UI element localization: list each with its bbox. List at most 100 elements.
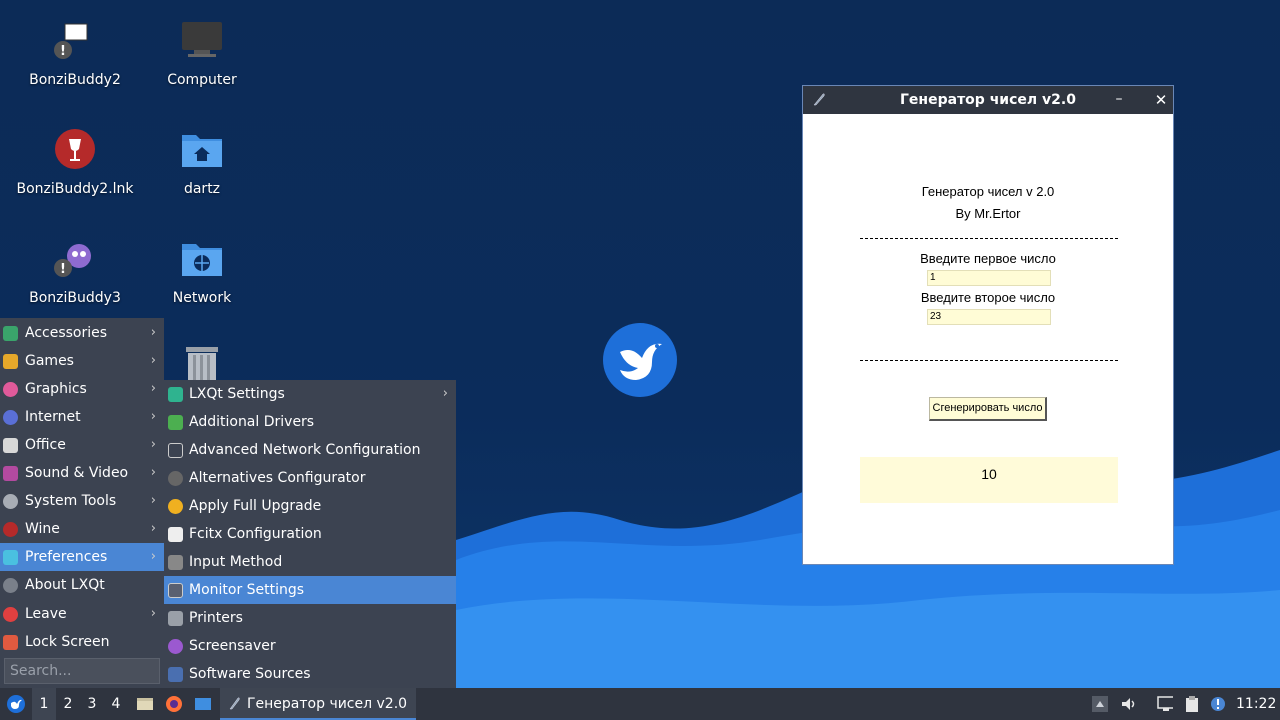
chevron-right-icon: › <box>150 437 156 452</box>
network-tray-icon[interactable] <box>1157 696 1173 712</box>
submenu-item-fcitx[interactable]: Fcitx Configuration <box>164 520 456 548</box>
menu-item-preferences[interactable]: Preferences › <box>0 543 164 571</box>
submenu-item-label: Software Sources <box>189 666 311 682</box>
submenu-item-label: Additional Drivers <box>189 414 315 430</box>
window-titlebar[interactable]: Генератор чисел v2.0 – ✕ <box>803 86 1173 114</box>
desktop-icon-bonzibuddy2[interactable]: ! BonziBuddy2 <box>15 18 135 88</box>
submenu-item-apply-upgrade[interactable]: Apply Full Upgrade <box>164 492 456 520</box>
submenu-item-additional-drivers[interactable]: Additional Drivers <box>164 408 456 436</box>
desktop-icon-bonzibuddy3[interactable]: ! BonziBuddy3 <box>15 236 135 306</box>
separator-bottom <box>860 360 1118 361</box>
show-desktop-icon <box>195 698 211 710</box>
menu-item-games[interactable]: Games › <box>0 347 164 375</box>
desktop-icon-dartz[interactable]: dartz <box>142 127 262 197</box>
notification-icon[interactable] <box>1210 696 1226 712</box>
menu-item-lock-screen[interactable]: Lock Screen <box>0 628 164 656</box>
menu-item-about-lxqt[interactable]: About LXQt <box>0 571 164 599</box>
bonzibuddy-file-icon: ! <box>54 23 88 59</box>
file-manager-launcher[interactable] <box>134 688 156 720</box>
menu-item-system-tools[interactable]: System Tools › <box>0 487 164 515</box>
internet-icon <box>3 410 18 425</box>
firefox-launcher[interactable] <box>163 688 185 720</box>
menu-item-wine[interactable]: Wine › <box>0 515 164 543</box>
monitor-icon <box>168 583 183 598</box>
chevron-right-icon: › <box>150 493 156 508</box>
clipboard-icon[interactable] <box>1184 696 1200 712</box>
show-desktop-launcher[interactable] <box>192 688 214 720</box>
menu-item-internet[interactable]: Internet › <box>0 403 164 431</box>
desktop-icon-label: BonziBuddy2 <box>29 72 121 88</box>
desktop-icon-label: Network <box>172 290 232 306</box>
menu-item-graphics[interactable]: Graphics › <box>0 375 164 403</box>
volume-icon[interactable] <box>1120 696 1136 712</box>
fcitx-icon <box>168 527 183 542</box>
preferences-submenu: LXQt Settings › Additional Drivers Advan… <box>164 380 456 688</box>
start-menu-button[interactable] <box>4 688 28 720</box>
submenu-item-label: LXQt Settings <box>189 386 285 402</box>
submenu-item-advanced-network[interactable]: Advanced Network Configuration <box>164 436 456 464</box>
workspace-3[interactable]: 3 <box>80 688 104 720</box>
desktop-icon-network[interactable]: Network <box>142 236 262 306</box>
chevron-right-icon: › <box>150 353 156 368</box>
chevron-right-icon: › <box>150 381 156 396</box>
games-icon <box>3 354 18 369</box>
desktop-icon-label: BonziBuddy3 <box>29 290 121 306</box>
window-title: Генератор чисел v2.0 <box>900 92 1076 108</box>
menu-item-label: Office <box>25 437 66 453</box>
workspace-4[interactable]: 4 <box>104 688 128 720</box>
clock[interactable]: 11:22 <box>1236 688 1276 720</box>
submenu-item-label: Advanced Network Configuration <box>189 442 421 458</box>
system-tools-icon <box>3 494 18 509</box>
menu-item-label: Preferences <box>25 549 108 565</box>
menu-search-input[interactable]: Search... <box>4 658 160 684</box>
submenu-item-printers[interactable]: Printers <box>164 604 456 632</box>
submenu-item-label: Alternatives Configurator <box>189 470 366 486</box>
taskbar-window-button[interactable]: Генератор чисел v2.0 <box>220 688 416 720</box>
wine-icon <box>3 522 18 537</box>
result-display: 10 <box>860 457 1118 503</box>
about-icon <box>3 578 18 593</box>
submenu-item-software-sources[interactable]: Software Sources <box>164 660 456 688</box>
menu-item-label: Accessories <box>25 325 108 341</box>
separator-top <box>860 238 1118 239</box>
taskbar-window-title: Генератор чисел v2.0 <box>247 696 408 712</box>
second-number-input[interactable]: 23 <box>927 309 1051 325</box>
network-folder-icon <box>182 244 222 276</box>
alternatives-icon <box>168 471 183 486</box>
desktop-icon-bonzibuddy2-lnk[interactable]: BonziBuddy2.lnk <box>15 127 135 197</box>
minimize-button[interactable]: – <box>1109 86 1129 114</box>
taskbar: 1 2 3 4 Генератор чисел v2.0 11:22 <box>0 688 1280 720</box>
workspace-2[interactable]: 2 <box>56 688 80 720</box>
chevron-right-icon: › <box>150 606 156 621</box>
menu-item-label: Lock Screen <box>25 634 110 650</box>
menu-item-leave[interactable]: Leave › <box>0 600 164 628</box>
workspace-1[interactable]: 1 <box>32 688 56 720</box>
generate-button[interactable]: Сгенерировать число <box>929 397 1047 421</box>
submenu-item-alternatives[interactable]: Alternatives Configurator <box>164 464 456 492</box>
svg-text:!: ! <box>60 262 66 277</box>
close-button[interactable]: ✕ <box>1151 86 1171 114</box>
submenu-item-input-method[interactable]: Input Method <box>164 548 456 576</box>
submenu-item-lxqt-settings[interactable]: LXQt Settings › <box>164 380 456 408</box>
start-menu: Accessories › Games › Graphics › Interne… <box>0 318 164 688</box>
tray-arrow-icon[interactable] <box>1092 696 1108 712</box>
first-number-input[interactable]: 1 <box>927 270 1051 286</box>
submenu-item-label: Printers <box>189 610 243 626</box>
chevron-right-icon: › <box>150 465 156 480</box>
desktop-icon-computer[interactable]: Computer <box>142 18 262 88</box>
lubuntu-logo <box>602 322 678 398</box>
graphics-icon <box>3 382 18 397</box>
computer-icon <box>182 22 222 57</box>
menu-item-label: Internet <box>25 409 81 425</box>
bonzibuddy-purple-icon: ! <box>54 244 91 277</box>
sound-video-icon <box>3 466 18 481</box>
menu-item-sound-video[interactable]: Sound & Video › <box>0 459 164 487</box>
chevron-right-icon: › <box>150 549 156 564</box>
software-sources-icon <box>168 667 183 682</box>
second-number-label: Введите второе число <box>920 290 1056 305</box>
submenu-item-monitor-settings[interactable]: Monitor Settings <box>164 576 456 604</box>
submenu-item-screensaver[interactable]: Screensaver <box>164 632 456 660</box>
menu-item-accessories[interactable]: Accessories › <box>0 319 164 347</box>
menu-item-office[interactable]: Office › <box>0 431 164 459</box>
submenu-item-label: Monitor Settings <box>189 582 305 598</box>
